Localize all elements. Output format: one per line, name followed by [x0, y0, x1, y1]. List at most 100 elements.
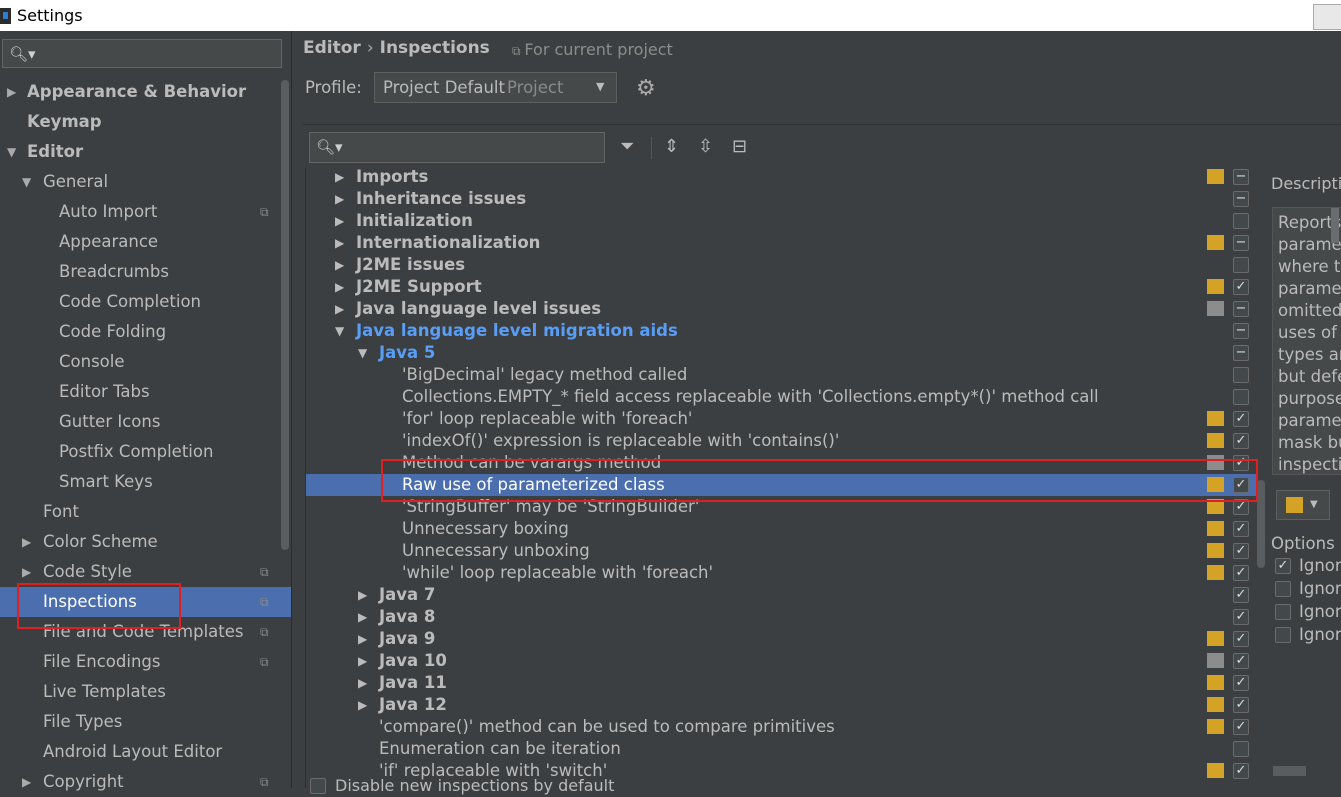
inspection-row[interactable]: Unnecessary unboxing ✓ — [306, 540, 1256, 562]
gear-icon[interactable]: ⚙ — [636, 76, 656, 101]
collapsed-arrow-icon[interactable]: ▶ — [335, 168, 344, 188]
inspection-group-row[interactable]: ▶ Java 10 ✓ — [306, 650, 1256, 672]
option-checkbox[interactable] — [1275, 627, 1291, 643]
right-panel-scrollbar[interactable] — [1273, 766, 1306, 776]
collapsed-arrow-icon[interactable]: ▶ — [358, 694, 367, 716]
inspection-row[interactable]: 'indexOf()' expression is replaceable wi… — [306, 430, 1256, 452]
filter-icon[interactable]: ⏷ — [620, 136, 634, 157]
inspection-enabled-checkbox[interactable]: − — [1233, 235, 1249, 251]
sidebar-item-appearance[interactable]: Appearance — [0, 227, 291, 257]
inspection-enabled-checkbox[interactable]: ✓ — [1233, 653, 1249, 669]
inspection-enabled-checkbox[interactable]: ✓ — [1233, 433, 1249, 449]
inspection-enabled-checkbox[interactable]: − — [1233, 169, 1249, 185]
inspection-group-row[interactable]: ▶ Imports − — [306, 168, 1256, 188]
option-checkbox[interactable]: ✓ — [1275, 558, 1291, 574]
sidebar-scrollbar[interactable] — [281, 80, 289, 550]
inspection-group-row[interactable]: ▼ Java language level migration aids − — [306, 320, 1256, 342]
sidebar-item-console[interactable]: Console — [0, 347, 291, 377]
inspection-enabled-checkbox[interactable]: ✓ — [1233, 521, 1249, 537]
inspection-enabled-checkbox[interactable]: − — [1233, 301, 1249, 317]
settings-search-input[interactable]: 🔍︎▾ — [2, 39, 282, 68]
sidebar-item-font[interactable]: Font — [0, 497, 291, 527]
inspection-enabled-checkbox[interactable] — [1233, 257, 1249, 273]
inspection-group-row[interactable]: ▶ Java 9 ✓ — [306, 628, 1256, 650]
collapsed-arrow-icon[interactable]: ▶ — [358, 606, 367, 628]
inspection-enabled-checkbox[interactable] — [1233, 389, 1249, 405]
collapsed-arrow-icon[interactable]: ▶ — [358, 584, 367, 606]
breadcrumb-parent[interactable]: Editor — [303, 38, 361, 58]
collapsed-arrow-icon[interactable]: ▶ — [358, 650, 367, 672]
expanded-arrow-icon[interactable]: ▼ — [22, 167, 31, 197]
sidebar-item-general[interactable]: ▼ General — [0, 167, 291, 197]
inspection-enabled-checkbox[interactable]: ✓ — [1233, 631, 1249, 647]
collapsed-arrow-icon[interactable]: ▶ — [335, 254, 344, 276]
collapsed-arrow-icon[interactable]: ▶ — [358, 628, 367, 650]
inspection-row[interactable]: Enumeration can be iteration — [306, 738, 1256, 760]
reset-icon[interactable]: ⊟ — [732, 136, 747, 157]
inspection-group-row[interactable]: ▶ Internationalization − — [306, 232, 1256, 254]
sidebar-item-appearance-behavior[interactable]: ▶ Appearance & Behavior — [0, 77, 291, 107]
inspection-enabled-checkbox[interactable]: ✓ — [1233, 543, 1249, 559]
inspection-row[interactable]: Unnecessary boxing ✓ — [306, 518, 1256, 540]
inspection-enabled-checkbox[interactable]: ✓ — [1233, 565, 1249, 581]
inspection-enabled-checkbox[interactable] — [1233, 213, 1249, 229]
sidebar-item-smart-keys[interactable]: Smart Keys — [0, 467, 291, 497]
inspection-group-row[interactable]: ▶ Inheritance issues − — [306, 188, 1256, 210]
sidebar-item-color-scheme[interactable]: ▶ Color Scheme — [0, 527, 291, 557]
inspection-row[interactable]: Collections.EMPTY_* field access replace… — [306, 386, 1256, 408]
collapsed-arrow-icon[interactable]: ▶ — [22, 767, 31, 797]
collapsed-arrow-icon[interactable]: ▶ — [22, 527, 31, 557]
expanded-arrow-icon[interactable]: ▼ — [7, 137, 16, 167]
sidebar-item-copyright[interactable]: ▶ Copyright ⧉ — [0, 767, 291, 797]
inspection-enabled-checkbox[interactable] — [1233, 367, 1249, 383]
collapsed-arrow-icon[interactable]: ▶ — [335, 298, 344, 320]
collapsed-arrow-icon[interactable]: ▶ — [358, 672, 367, 694]
option-checkbox[interactable] — [1275, 581, 1291, 597]
window-control-button[interactable] — [1313, 4, 1341, 30]
sidebar-item-android-layout-editor[interactable]: Android Layout Editor — [0, 737, 291, 767]
inspection-enabled-checkbox[interactable] — [1233, 741, 1249, 757]
sidebar-item-editor[interactable]: ▼ Editor — [0, 137, 291, 167]
inspection-group-row[interactable]: ▶ Java 7 ✓ — [306, 584, 1256, 606]
expanded-arrow-icon[interactable]: ▼ — [358, 342, 367, 364]
inspection-group-row[interactable]: ▶ Java language level issues − — [306, 298, 1256, 320]
collapse-all-icon[interactable]: ⇳ — [698, 136, 713, 157]
inspection-group-row[interactable]: ▼ Java 5 − — [306, 342, 1256, 364]
inspection-enabled-checkbox[interactable]: ✓ — [1233, 279, 1249, 295]
profile-select[interactable]: Project Default Project ▼ — [374, 72, 617, 103]
sidebar-item-code-folding[interactable]: Code Folding — [0, 317, 291, 347]
sidebar-item-auto-import[interactable]: Auto Import ⧉ — [0, 197, 291, 227]
inspection-enabled-checkbox[interactable]: − — [1233, 345, 1249, 361]
inspection-enabled-checkbox[interactable]: ✓ — [1233, 609, 1249, 625]
inspection-group-row[interactable]: ▶ Initialization — [306, 210, 1256, 232]
sidebar-item-file-encodings[interactable]: File Encodings ⧉ — [0, 647, 291, 677]
sidebar-item-postfix-completion[interactable]: Postfix Completion — [0, 437, 291, 467]
severity-select[interactable]: ▼ — [1276, 490, 1330, 520]
inspection-row[interactable]: 'while' loop replaceable with 'foreach' ✓ — [306, 562, 1256, 584]
description-scrollbar[interactable] — [1331, 208, 1339, 243]
inspection-enabled-checkbox[interactable]: − — [1233, 323, 1249, 339]
collapsed-arrow-icon[interactable]: ▶ — [335, 276, 344, 298]
collapsed-arrow-icon[interactable]: ▶ — [335, 232, 344, 254]
tree-scrollbar[interactable] — [1257, 480, 1265, 568]
collapsed-arrow-icon[interactable]: ▶ — [7, 77, 16, 107]
inspection-enabled-checkbox[interactable]: ✓ — [1233, 763, 1249, 779]
sidebar-item-editor-tabs[interactable]: Editor Tabs — [0, 377, 291, 407]
sidebar-item-breadcrumbs[interactable]: Breadcrumbs — [0, 257, 291, 287]
inspection-group-row[interactable]: ▶ Java 12 ✓ — [306, 694, 1256, 716]
inspection-group-row[interactable]: ▶ Java 8 ✓ — [306, 606, 1256, 628]
description-panel[interactable]: Reportsparametwhere thparametomitted.use… — [1272, 207, 1341, 475]
expanded-arrow-icon[interactable]: ▼ — [335, 320, 344, 342]
sidebar-item-code-completion[interactable]: Code Completion — [0, 287, 291, 317]
expand-all-icon[interactable]: ⇕ — [664, 136, 679, 157]
sidebar-item-file-types[interactable]: File Types — [0, 707, 291, 737]
disable-new-inspections-checkbox[interactable] — [310, 778, 326, 794]
inspection-enabled-checkbox[interactable]: ✓ — [1233, 411, 1249, 427]
inspection-enabled-checkbox[interactable]: ✓ — [1233, 675, 1249, 691]
sidebar-item-keymap[interactable]: Keymap — [0, 107, 291, 137]
sidebar-item-gutter-icons[interactable]: Gutter Icons — [0, 407, 291, 437]
inspection-group-row[interactable]: ▶ J2ME Support ✓ — [306, 276, 1256, 298]
inspection-group-row[interactable]: ▶ Java 11 ✓ — [306, 672, 1256, 694]
inspection-enabled-checkbox[interactable]: ✓ — [1233, 719, 1249, 735]
option-checkbox[interactable] — [1275, 604, 1291, 620]
